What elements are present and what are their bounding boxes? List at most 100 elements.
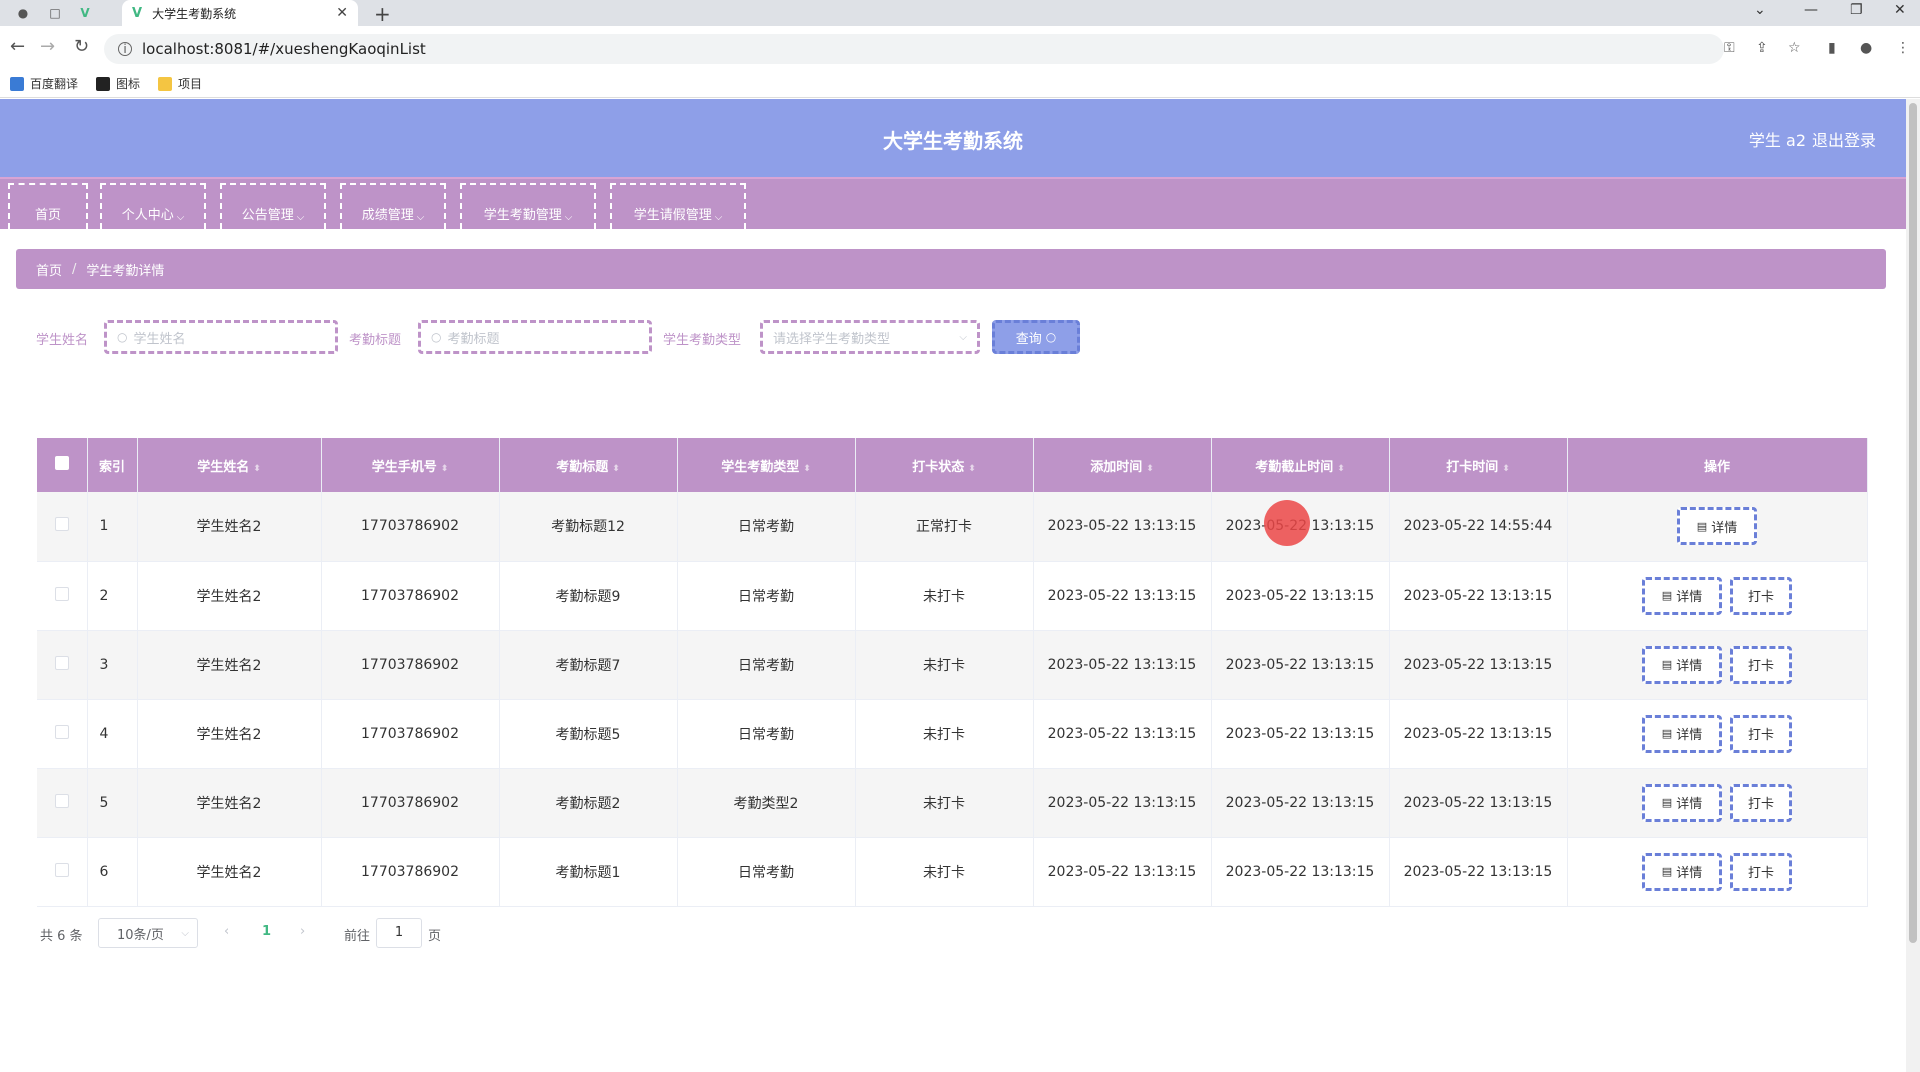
tab-title: 大学生考勤系统 [152, 6, 237, 21]
attendance-type-select[interactable]: 请选择学生考勤类型 ⌵ [760, 320, 980, 354]
bookmark-baidu-translate[interactable]: 百度翻译 [10, 75, 78, 92]
row-select-cell[interactable] [37, 768, 88, 838]
column-header[interactable]: 学生手机号 ⬍ [321, 438, 500, 492]
site-info-icon[interactable]: i [118, 42, 132, 56]
column-header[interactable]: 考勤截止时间 ⬍ [1211, 438, 1390, 492]
table-body: 1 学生姓名2 17703786902 考勤标题12 日常考勤 正常打卡 2023-05-2… [37, 492, 1868, 907]
total-count: 共 6 条 [40, 929, 83, 944]
punch-button[interactable]: 打卡 [1730, 714, 1792, 753]
phone-cell: 17703786902 [321, 630, 500, 700]
select-all-checkbox[interactable] [54, 456, 69, 470]
row-select-cell[interactable] [37, 630, 88, 700]
column-header[interactable]: 打卡状态 ⬍ [855, 438, 1034, 492]
menu-personal-center[interactable]: 个人中心 ⌵ [100, 183, 206, 229]
sort-icon[interactable]: ⬍ [253, 464, 261, 474]
active-tab[interactable]: V 大学生考勤系统 ✕ [122, 0, 358, 26]
menu-grade-management[interactable]: 成绩管理 ⌵ [340, 183, 446, 229]
app-title: 大学生考勤系统 [883, 129, 1023, 153]
row-select-cell[interactable] [37, 699, 88, 769]
query-button[interactable]: 查询 ○ [992, 320, 1080, 354]
detail-button[interactable]: ▤ 详情 [1642, 783, 1722, 822]
vue-tab-icon[interactable]: V [76, 4, 94, 22]
tab-search-icon[interactable]: ⌄ [1754, 2, 1766, 18]
type-cell: 考勤类型2 [677, 768, 856, 838]
punch-button[interactable]: 打卡 [1730, 576, 1792, 615]
column-header[interactable]: 添加时间 ⬍ [1033, 438, 1212, 492]
index-cell: 6 [87, 837, 138, 907]
prev-page-icon[interactable]: ‹ [224, 924, 229, 939]
bookmark-star-icon[interactable]: ☆ [1788, 40, 1801, 56]
page-scrollbar[interactable] [1906, 99, 1920, 1072]
sort-icon[interactable]: ⬍ [1146, 464, 1154, 474]
punch-button[interactable]: 打卡 [1730, 783, 1792, 822]
page-size-select[interactable]: 10条/页 ⌵ [98, 918, 198, 948]
punch-button[interactable]: 打卡 [1730, 852, 1792, 891]
scrollbar-thumb[interactable] [1909, 103, 1917, 943]
forward-icon[interactable]: → [40, 36, 55, 57]
restore-button[interactable]: ❐ [1850, 2, 1863, 18]
globe-icon[interactable]: ● [14, 4, 32, 22]
new-tab-button[interactable]: + [374, 2, 391, 26]
row-checkbox[interactable] [54, 655, 69, 670]
column-header[interactable]: 打卡时间 ⬍ [1389, 438, 1568, 492]
column-header[interactable]: 学生姓名 ⬍ [137, 438, 322, 492]
logout-link[interactable]: 退出登录 [1812, 127, 1876, 151]
sort-icon[interactable]: ⬍ [1337, 464, 1345, 474]
deadline-cell: 2023-05-22 13:13:15 [1211, 699, 1390, 769]
menu-leave-management[interactable]: 学生请假管理 ⌵ [610, 183, 746, 229]
blank-tab-icon[interactable]: □ [46, 4, 64, 22]
close-tab-icon[interactable]: ✕ [336, 5, 348, 21]
chevron-down-icon: ⌵ [296, 212, 305, 223]
row-checkbox[interactable] [54, 862, 69, 877]
sort-icon[interactable]: ⬍ [803, 464, 811, 474]
sort-icon[interactable]: ⬍ [612, 464, 620, 474]
bookmark-project[interactable]: 项目 [158, 75, 202, 92]
minimize-button[interactable]: — [1804, 2, 1818, 18]
row-checkbox[interactable] [54, 793, 69, 808]
more-menu-icon[interactable]: ⋮ [1896, 40, 1910, 56]
detail-button[interactable]: ▤ 详情 [1642, 576, 1722, 615]
detail-button[interactable]: ▤ 详情 [1677, 507, 1757, 546]
row-select-cell[interactable] [37, 837, 88, 907]
bookmark-label: 百度翻译 [30, 77, 79, 91]
side-panel-icon[interactable]: ▮ [1828, 40, 1836, 56]
reload-icon[interactable]: ↻ [74, 36, 89, 57]
row-checkbox[interactable] [54, 724, 69, 739]
student-name-input[interactable]: ○ 学生姓名 [104, 320, 338, 354]
back-icon[interactable]: ← [10, 36, 25, 57]
menu-notice-management[interactable]: 公告管理 ⌵ [220, 183, 326, 229]
translate-icon [10, 76, 24, 91]
detail-button[interactable]: ▤ 详情 [1642, 852, 1722, 891]
row-select-cell[interactable] [37, 492, 88, 562]
detail-button[interactable]: ▤ 详情 [1642, 714, 1722, 753]
column-header[interactable]: 学生考勤类型 ⬍ [677, 438, 856, 492]
name-cell: 学生姓名2 [137, 561, 322, 631]
goto-page-input[interactable]: 1 [376, 918, 422, 948]
name-label: 学生姓名 [36, 333, 89, 348]
page-number[interactable]: 1 [262, 924, 271, 939]
row-checkbox[interactable] [54, 586, 69, 601]
share-icon[interactable]: ⇪ [1756, 40, 1768, 56]
menu-home[interactable]: 首页 [8, 183, 88, 229]
profile-icon[interactable]: ● [1860, 40, 1872, 56]
row-checkbox[interactable] [54, 517, 69, 532]
close-window-button[interactable]: ✕ [1894, 2, 1906, 18]
row-select-cell[interactable] [37, 561, 88, 631]
attendance-title-input[interactable]: ○ 考勤标题 [418, 320, 652, 354]
detail-button[interactable]: ▤ 详情 [1642, 645, 1722, 684]
bookmark-icons[interactable]: 图标 [96, 75, 140, 92]
key-icon[interactable]: ⚿ [1724, 40, 1735, 56]
column-label: 学生考勤类型 [721, 459, 800, 475]
actions-cell: ▤ 详情 打卡 [1567, 699, 1868, 769]
breadcrumb-home[interactable]: 首页 [36, 260, 62, 279]
column-header[interactable]: 考勤标题 ⬍ [499, 438, 678, 492]
sort-icon[interactable]: ⬍ [968, 464, 976, 474]
sort-icon[interactable]: ⬍ [441, 464, 449, 474]
sort-icon[interactable]: ⬍ [1502, 464, 1510, 474]
next-page-icon[interactable]: › [300, 924, 305, 939]
punch-button[interactable]: 打卡 [1730, 645, 1792, 684]
index-cell: 1 [87, 492, 138, 562]
address-bar[interactable]: i localhost:8081/#/xueshengKaoqinList [104, 34, 1724, 64]
menu-attendance-management[interactable]: 学生考勤管理 ⌵ [460, 183, 596, 229]
select-all-header[interactable] [37, 438, 88, 492]
